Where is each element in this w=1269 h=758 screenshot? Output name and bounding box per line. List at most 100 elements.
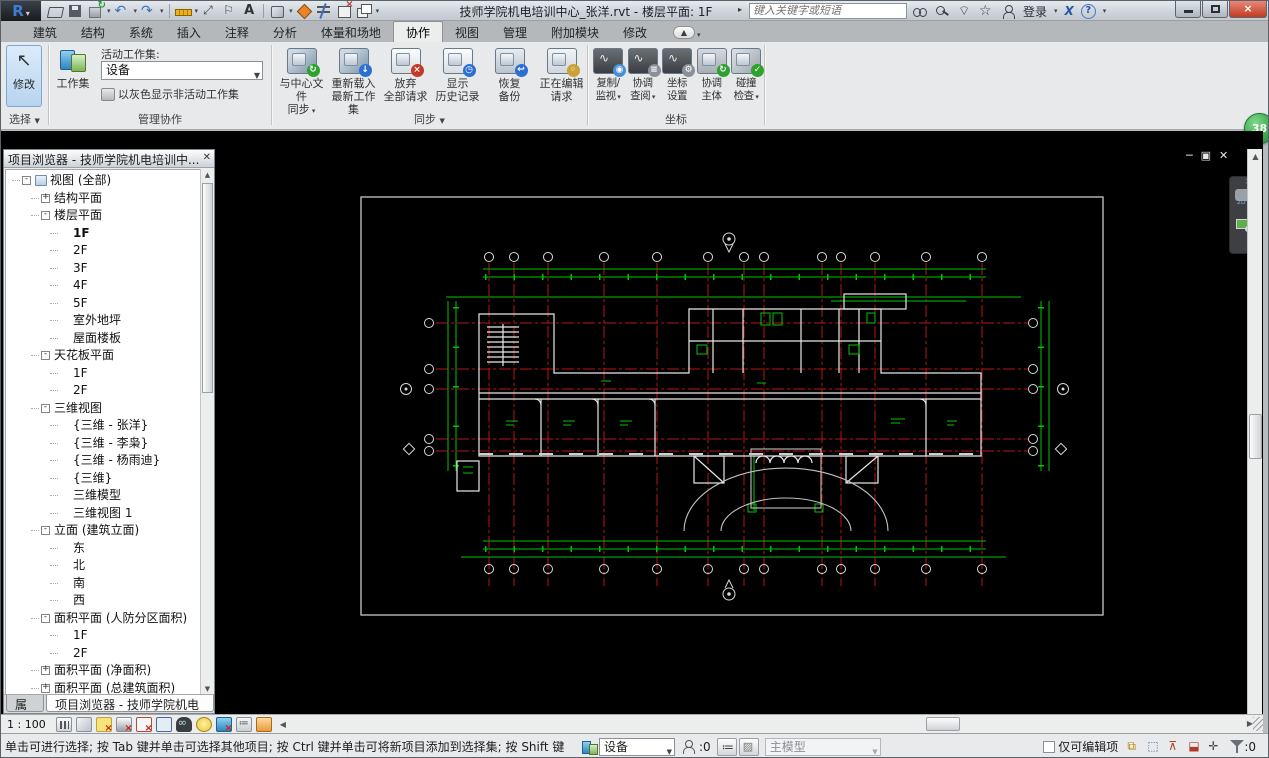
view-restore-button[interactable]: ▣ — [1201, 149, 1211, 162]
tree-expander[interactable]: - — [41, 525, 50, 536]
search-input[interactable] — [749, 3, 907, 19]
tree-item[interactable]: + 面积平面 (净面积) — [6, 662, 201, 680]
ribbon-button[interactable]: 坐标 设置 — [660, 45, 695, 109]
sync-central-icon[interactable] — [87, 1, 106, 19]
tree-item[interactable]: {三维 - 杨雨迪} — [6, 452, 201, 470]
section-icon[interactable] — [296, 3, 313, 19]
close-icon[interactable]: ✕ — [203, 152, 211, 163]
active-workset-select[interactable]: 设备 ▼ — [101, 61, 263, 80]
ribbon-button[interactable]: 协调 查阅 ▾ — [626, 45, 661, 109]
ribbon-tab[interactable]: 系统 — [117, 22, 165, 43]
application-menu-button[interactable]: R ▾ — [1, 1, 41, 23]
view-minimize-button[interactable]: ─ — [1186, 149, 1193, 162]
ribbon-minimize-button[interactable]: ▲ — [672, 26, 695, 39]
tree-expander[interactable]: - — [22, 175, 31, 186]
show-crop-icon[interactable] — [155, 716, 172, 732]
select-underlay-icon[interactable] — [1146, 739, 1163, 755]
signin-button[interactable]: 登录 — [1023, 3, 1047, 20]
ribbon-button[interactable]: 正在编辑 请求 — [536, 45, 587, 109]
minimize-button[interactable] — [1175, 1, 1201, 18]
communication-center-icon[interactable] — [957, 3, 972, 19]
ribbon-button[interactable]: 重新载入 最新工作集 — [328, 45, 379, 116]
chevron-down-icon[interactable]: ▾ — [376, 7, 380, 15]
chevron-down-icon[interactable]: ▾ — [160, 7, 164, 15]
switch-windows-icon[interactable] — [356, 3, 373, 19]
default-3d-view-icon[interactable] — [269, 3, 286, 19]
tree-item[interactable]: 2F — [6, 382, 201, 400]
tree-expander[interactable]: + — [41, 665, 50, 676]
redo-icon[interactable] — [140, 3, 157, 19]
tree-item[interactable]: - 面积平面 (人防分区面积) — [6, 610, 201, 628]
view-scale-button[interactable]: 1 : 100 — [7, 718, 46, 731]
tree-item[interactable]: 南 — [6, 575, 201, 593]
close-inactive-windows-icon[interactable] — [336, 1, 354, 19]
tree-scrollbar[interactable]: ▲ ▼ — [200, 169, 213, 696]
tree-item[interactable]: - 视图 (全部) — [6, 172, 201, 190]
tree-item[interactable]: 东 — [6, 540, 201, 558]
tree-item[interactable]: 室外地坪 — [6, 312, 201, 330]
panel-label[interactable]: 选择 ▼ — [1, 112, 48, 128]
tree-item[interactable]: {三维 - 张洋} — [6, 417, 201, 435]
scroll-up-icon[interactable]: ▲ — [1248, 149, 1263, 164]
ribbon-button[interactable]: 碰撞 检查 ▾ — [729, 45, 764, 109]
chevron-down-icon[interactable]: ▾ — [195, 7, 199, 15]
collapse-icon[interactable]: ◀ — [280, 720, 286, 729]
tree-item[interactable]: 1F — [6, 365, 201, 383]
visual-style-icon[interactable] — [75, 716, 92, 732]
scrollbar-thumb[interactable] — [202, 183, 213, 393]
analytical-icon[interactable] — [255, 716, 272, 732]
sun-path-icon[interactable] — [95, 716, 113, 734]
ribbon-button[interactable]: 协调 主体 — [695, 45, 730, 109]
vertical-scrollbar[interactable]: ▲ ▼ — [1247, 149, 1262, 732]
palette-tab[interactable]: 项目浏览器 - 技师学院机电培训... — [46, 695, 214, 729]
signin-icon[interactable] — [1001, 4, 1016, 19]
tree-item[interactable]: - 楼层平面 — [6, 207, 201, 225]
detail-level-icon[interactable] — [55, 716, 72, 732]
ribbon-tab[interactable]: 注释 — [213, 22, 261, 43]
chevron-down-icon[interactable]: ▾ — [134, 7, 138, 15]
tree-item[interactable]: - 立面 (建筑立面) — [6, 522, 201, 540]
shadows-icon[interactable] — [115, 716, 133, 734]
tree-item[interactable]: 4F — [6, 277, 201, 295]
temporary-hide-isolate-icon[interactable] — [175, 716, 192, 732]
panel-label[interactable]: 管理协作 — [49, 112, 271, 128]
chevron-down-icon[interactable]: ▾ — [697, 31, 701, 39]
tree-item[interactable]: 5F — [6, 295, 201, 313]
tree-item[interactable]: 1F — [6, 627, 201, 645]
ribbon-button[interactable]: 显示 历史记录 — [432, 45, 483, 109]
tree-item[interactable]: 1F — [6, 225, 201, 243]
ribbon-tab[interactable]: 附加模块 — [539, 22, 611, 43]
tree-expander[interactable]: - — [41, 612, 50, 623]
editable-only-checkbox[interactable] — [1043, 740, 1056, 753]
panel-label[interactable]: 同步 ▼ — [272, 112, 587, 128]
thin-lines-icon[interactable] — [316, 3, 333, 19]
crop-view-icon[interactable] — [135, 716, 153, 734]
palette-title[interactable]: 项目浏览器 - 技师学院机电培训中... — [4, 150, 214, 168]
worksharing-display-icon[interactable] — [215, 716, 233, 734]
tree-item[interactable]: 三维模型 — [6, 487, 201, 505]
editing-requests-icon[interactable] — [681, 739, 697, 754]
tree-item[interactable]: - 天花板平面 — [6, 347, 201, 365]
measure-icon[interactable] — [174, 3, 192, 19]
tree-expander[interactable]: - — [41, 350, 50, 361]
chevron-down-icon[interactable]: ▾ — [1103, 7, 1107, 15]
palette-tab[interactable]: 属性 — [6, 695, 45, 729]
view-close-button[interactable]: ✕ — [1219, 149, 1228, 162]
ribbon-tab[interactable]: 结构 — [69, 22, 117, 43]
search-icon[interactable] — [913, 4, 928, 19]
undo-icon[interactable] — [114, 3, 131, 19]
save-icon[interactable] — [67, 3, 84, 19]
gray-inactive-worksets-toggle[interactable]: 以灰色显示非活动工作集 — [101, 86, 239, 102]
text-icon[interactable] — [241, 3, 258, 19]
drag-on-selection-icon[interactable] — [1206, 739, 1223, 755]
tree-item[interactable]: 2F — [6, 242, 201, 260]
subscription-icon[interactable] — [935, 4, 950, 19]
tree-item[interactable]: 屋面楼板 — [6, 330, 201, 348]
open-icon[interactable] — [47, 3, 64, 19]
tree-expander[interactable]: + — [41, 192, 50, 203]
favorites-icon[interactable] — [979, 3, 994, 19]
tag-icon[interactable] — [221, 3, 238, 19]
ribbon-tab[interactable]: 管理 — [491, 22, 539, 43]
tree-expander[interactable]: - — [41, 402, 50, 413]
active-workset-select[interactable]: 设备 ▼ — [599, 737, 675, 756]
